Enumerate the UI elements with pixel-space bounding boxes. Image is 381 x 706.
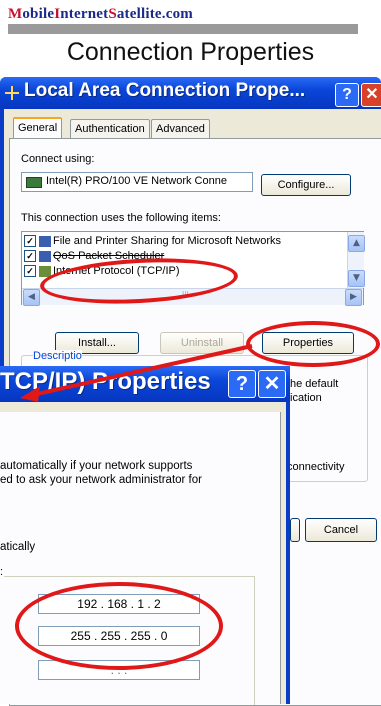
pointer-arrow [20,344,253,402]
